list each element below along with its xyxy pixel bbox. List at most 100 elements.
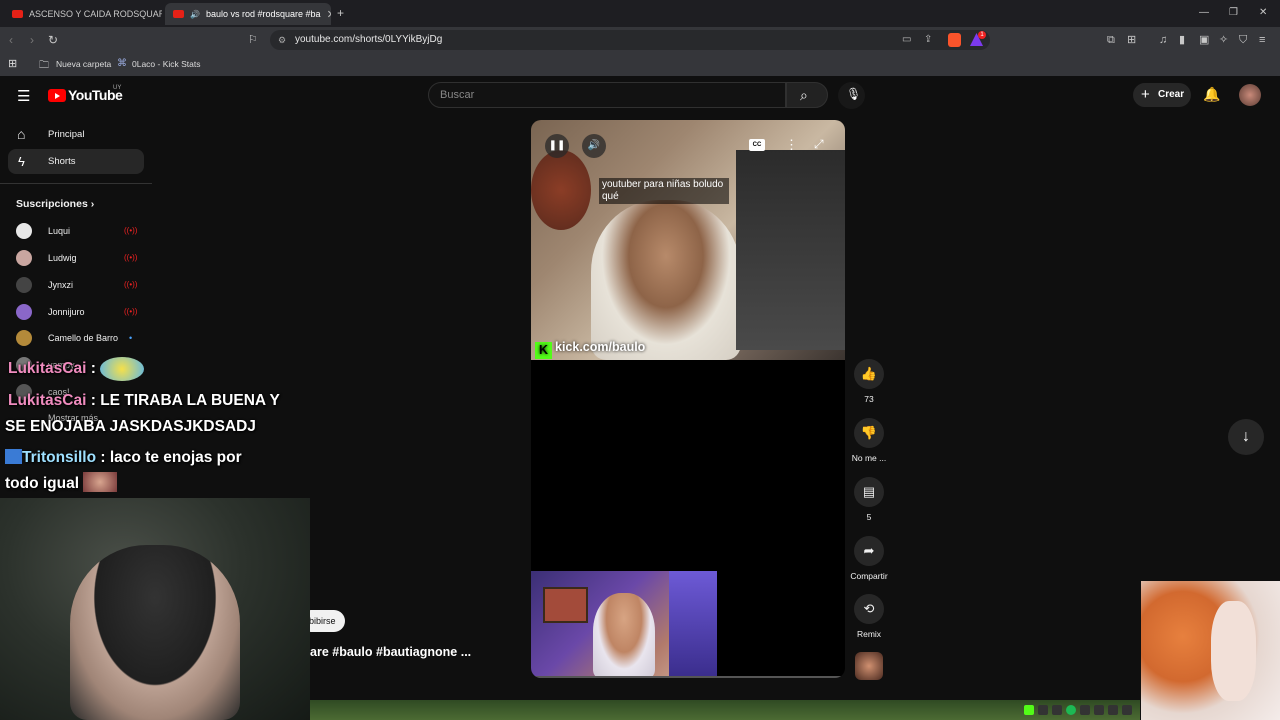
- subscription-ludwig[interactable]: Ludwig ((•)): [16, 250, 137, 266]
- bookmarks-bar: ⊞ 🗀 Nueva carpeta ⌘ 0Laco - Kick Stats: [0, 54, 1280, 76]
- more-options-icon[interactable]: ⋮: [785, 137, 798, 153]
- comment-icon: ▤: [862, 484, 876, 499]
- spotify-tray-icon[interactable]: [1066, 705, 1076, 715]
- chat-separator: :: [100, 449, 106, 466]
- new-tab-button[interactable]: +: [337, 6, 344, 20]
- subscription-luqui[interactable]: Luqui ((•)): [16, 223, 137, 239]
- subscriptions-header[interactable]: Suscripciones ›: [16, 198, 94, 210]
- url-text: youtube.com/shorts/0LYYikByjDg: [295, 34, 443, 45]
- sidebar-icon[interactable]: ▮: [1179, 33, 1185, 47]
- inset-video-frame: [531, 571, 717, 678]
- chat-badge-icon: [5, 449, 22, 464]
- pause-icon: ❚❚: [548, 140, 566, 151]
- search-button[interactable]: ⌕: [786, 82, 828, 108]
- kick-watermark: Kkick.com/baulo: [535, 340, 645, 359]
- browser-tab-bar: ASCENSO Y CAIDA RODSQUARE - Yo 🔊 baulo v…: [0, 0, 1280, 27]
- comments-button[interactable]: ▤: [854, 477, 884, 507]
- captions-button[interactable]: CC: [749, 139, 765, 151]
- tab-title: ASCENSO Y CAIDA RODSQUARE - Yo: [29, 9, 162, 19]
- tab-title: baulo vs rod #rodsquare #ba: [205, 9, 321, 19]
- tab-search-icon[interactable]: ⊞: [1127, 33, 1136, 47]
- grass-overlay: [310, 700, 1140, 720]
- background-wall: [736, 150, 845, 350]
- dislike-button[interactable]: 👎: [854, 418, 884, 448]
- search-icon: ⌕: [800, 87, 808, 103]
- like-icon: 👍: [860, 366, 878, 381]
- comment-count: 5: [866, 512, 872, 522]
- vpn-icon[interactable]: ⛉: [1239, 33, 1247, 47]
- channel-avatar: [16, 304, 32, 320]
- volume-button[interactable]: 🔊: [582, 134, 606, 158]
- brave-shield-icon[interactable]: [948, 33, 961, 47]
- hamburger-menu-icon[interactable]: ☰: [17, 87, 30, 105]
- share-icon: ➦: [863, 543, 875, 558]
- remix-button[interactable]: ⟲: [854, 594, 884, 624]
- chat-username: LukitasCai: [8, 392, 87, 409]
- account-avatar[interactable]: [1239, 84, 1261, 106]
- discord-tray-icon[interactable]: [1122, 705, 1132, 715]
- bookmark-kick-stats[interactable]: 0Laco - Kick Stats: [132, 59, 201, 69]
- create-button[interactable]: + Crear: [1133, 83, 1191, 107]
- streamer-figure: [591, 200, 741, 360]
- fullscreen-icon[interactable]: ⤢: [814, 137, 824, 152]
- shorts-player[interactable]: ❚❚ 🔊 CC ⋮ ⤢ youtuber para niñas boludo q…: [531, 120, 845, 678]
- cast-icon[interactable]: ▭: [902, 30, 911, 50]
- channel-avatar: [16, 223, 32, 239]
- close-window-icon[interactable]: ✕: [1259, 6, 1267, 20]
- browser-tab-1[interactable]: ASCENSO Y CAIDA RODSQUARE - Yo: [4, 3, 162, 25]
- like-count: 73: [864, 394, 874, 404]
- sidebar-item-principal[interactable]: ⌂ Principal: [8, 122, 144, 147]
- menu-icon[interactable]: ≡: [1259, 33, 1265, 47]
- nvidia-tray-icon[interactable]: [1108, 705, 1118, 715]
- share-page-icon[interactable]: ⇪: [924, 30, 932, 50]
- close-tab-icon[interactable]: ✕: [327, 8, 331, 21]
- minimize-icon[interactable]: —: [1199, 6, 1209, 20]
- bookmark-icon[interactable]: ⚐: [248, 33, 258, 47]
- tray-icon[interactable]: [1080, 705, 1090, 715]
- country-code: UY: [113, 85, 122, 91]
- bookmark-nueva-carpeta[interactable]: Nueva carpeta: [56, 59, 111, 69]
- sound-source-thumbnail[interactable]: [855, 652, 883, 680]
- sidebar-item-shorts[interactable]: ϟ Shorts: [8, 149, 144, 174]
- back-icon[interactable]: ‹: [9, 33, 13, 47]
- forward-icon[interactable]: ›: [30, 33, 34, 47]
- sidebar-item-label: Principal: [48, 129, 85, 140]
- site-info-icon[interactable]: ⚙: [278, 30, 286, 50]
- pause-button[interactable]: ❚❚: [545, 134, 569, 158]
- streamer-figure: [593, 593, 655, 678]
- dislike-icon: 👎: [860, 425, 878, 440]
- chat-username: LukitasCai: [8, 360, 87, 377]
- search-input[interactable]: Buscar: [428, 82, 786, 108]
- restore-icon[interactable]: ❐: [1229, 6, 1238, 20]
- reload-icon[interactable]: ↻: [48, 33, 58, 47]
- music-icon[interactable]: ♫: [1159, 33, 1167, 47]
- dislike-label: No me ...: [851, 453, 887, 463]
- wallet-icon[interactable]: ▣: [1199, 33, 1209, 47]
- voice-search-button[interactable]: 🎙: [838, 82, 865, 109]
- microphone-tray-icon[interactable]: [1094, 705, 1104, 715]
- minion-emote-icon: [100, 356, 145, 381]
- notifications-icon[interactable]: 🔔: [1203, 86, 1220, 103]
- browser-tab-2[interactable]: 🔊 baulo vs rod #rodsquare #ba ✕: [165, 3, 331, 25]
- tray-icon[interactable]: [1038, 705, 1048, 715]
- leo-ai-icon[interactable]: ✧: [1219, 33, 1228, 47]
- chat-message: Tritonsillo : laco te enojas por todo ig…: [5, 445, 275, 497]
- like-button[interactable]: 👍: [854, 359, 884, 389]
- chat-separator: :: [90, 392, 96, 409]
- subscription-jonnijuro[interactable]: Jonnijuro ((•)): [16, 304, 137, 320]
- next-short-button[interactable]: ↓: [1228, 419, 1264, 455]
- apps-grid-icon[interactable]: ⊞: [8, 57, 17, 70]
- channel-avatar: [16, 277, 32, 293]
- extensions-icon[interactable]: ⧉: [1107, 33, 1115, 47]
- tray-icon[interactable]: [1052, 705, 1062, 715]
- kick-tray-icon[interactable]: [1024, 705, 1034, 715]
- video-progress-bar[interactable]: [531, 676, 845, 678]
- chat-message: LukitasCai :: [8, 356, 308, 382]
- short-title-hashtags[interactable]: are #baulo #bautiagnone ...: [310, 645, 471, 659]
- share-button[interactable]: ➦: [854, 536, 884, 566]
- address-bar[interactable]: ⚙ youtube.com/shorts/0LYYikByjDg ▭ ⇪ 1: [270, 30, 990, 50]
- youtube-logo-icon[interactable]: [48, 89, 66, 102]
- subscription-jynxzi[interactable]: Jynxzi ((•)): [16, 277, 137, 293]
- shorts-icon: ϟ: [18, 154, 25, 169]
- subscription-camello-de-barro[interactable]: Camello de Barro •: [16, 330, 132, 346]
